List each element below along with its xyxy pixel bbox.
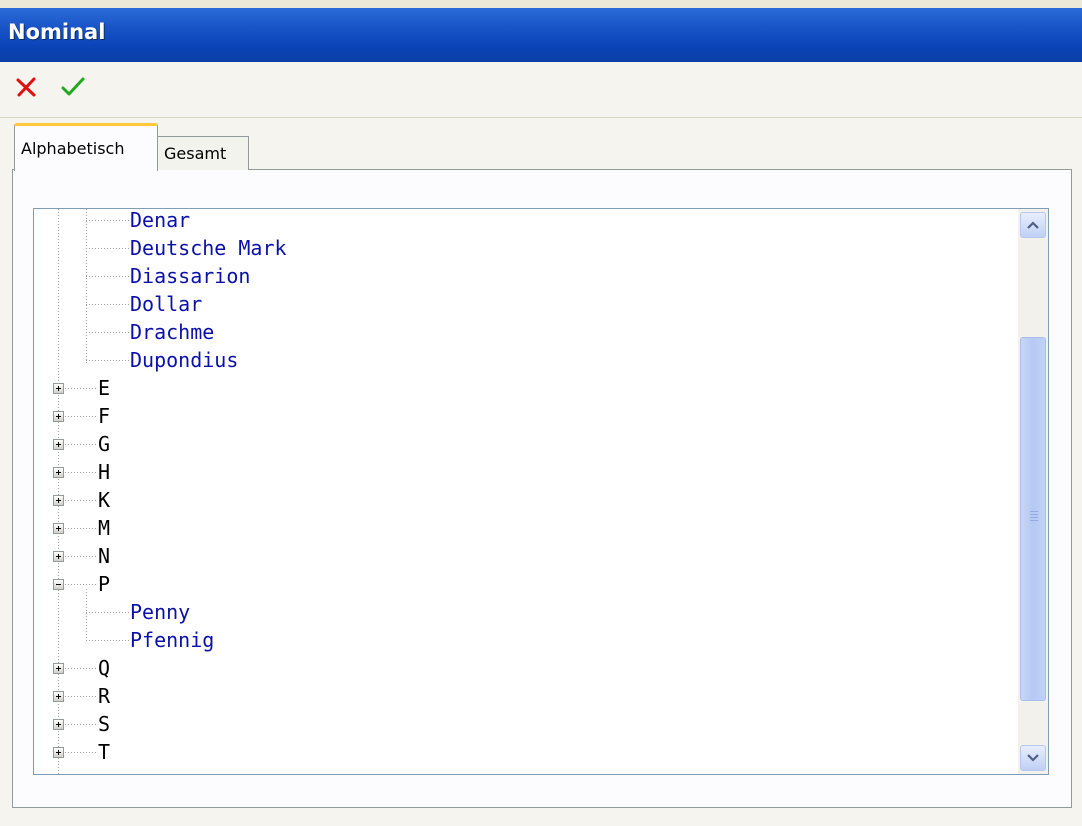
window-title: Nominal [8, 20, 106, 44]
tree-node[interactable]: Deutsche Mark [130, 234, 287, 262]
expand-plus-icon[interactable] [53, 467, 64, 478]
nominal-tree[interactable]: Denar Deutsche Mark Diassarion Dollar Dr… [33, 208, 1049, 775]
title-bar: Nominal [0, 8, 1082, 62]
tree-node[interactable]: F [98, 402, 110, 430]
expand-plus-icon[interactable] [53, 551, 64, 562]
tree-node[interactable]: Dollar [130, 290, 202, 318]
tree-node[interactable]: K [98, 486, 110, 514]
tree-node[interactable]: Pfennig [130, 626, 214, 654]
thumb-grip [1030, 514, 1038, 515]
scroll-down-button[interactable] [1020, 745, 1046, 771]
vertical-scrollbar[interactable] [1018, 209, 1048, 774]
toolbar [0, 62, 1082, 118]
tree-node[interactable]: N [98, 542, 110, 570]
tree-node[interactable]: E [98, 374, 110, 402]
ok-button[interactable] [56, 70, 90, 104]
tab-page: Denar Deutsche Mark Diassarion Dollar Dr… [12, 169, 1072, 808]
tab-gesamt[interactable]: Gesamt [157, 136, 249, 170]
scroll-up-button[interactable] [1020, 212, 1046, 238]
tree-node[interactable]: P [98, 570, 110, 598]
tree-node[interactable]: Drachme [130, 318, 214, 346]
tree-node[interactable]: Denar [130, 209, 190, 234]
tree-node[interactable]: M [98, 514, 110, 542]
main-area: Alphabetisch Gesamt Denar Deutsche Mark … [0, 118, 1082, 826]
tree-node[interactable]: Penny [130, 598, 190, 626]
tree-node[interactable]: G [98, 430, 110, 458]
tree-content: Denar Deutsche Mark Diassarion Dollar Dr… [34, 209, 1018, 774]
tree-node[interactable]: H [98, 458, 110, 486]
tree-node[interactable]: S [98, 710, 110, 738]
chevron-up-icon [1027, 221, 1039, 229]
tree-node[interactable]: Diassarion [130, 262, 250, 290]
tree-node[interactable]: Q [98, 654, 110, 682]
expand-plus-icon[interactable] [53, 691, 64, 702]
scroll-thumb[interactable] [1020, 337, 1046, 701]
expand-plus-icon[interactable] [53, 719, 64, 730]
chevron-down-icon [1027, 754, 1039, 762]
tab-alphabetisch[interactable]: Alphabetisch [14, 123, 158, 171]
thumb-grip [1030, 520, 1038, 521]
cancel-button[interactable] [9, 70, 43, 104]
expand-plus-icon[interactable] [53, 439, 64, 450]
green-check-icon [61, 77, 85, 96]
tree-node[interactable]: T [98, 738, 110, 766]
expand-plus-icon[interactable] [53, 747, 64, 758]
expand-plus-icon[interactable] [53, 495, 64, 506]
expand-plus-icon[interactable] [53, 663, 64, 674]
red-x-icon [16, 77, 36, 97]
tree-node[interactable]: R [98, 682, 110, 710]
thumb-grip [1030, 517, 1038, 518]
thumb-grip [1030, 511, 1038, 512]
tree-node[interactable]: Dupondius [130, 346, 238, 374]
expand-plus-icon[interactable] [53, 383, 64, 394]
collapse-minus-icon[interactable] [53, 579, 64, 590]
expand-plus-icon[interactable] [53, 411, 64, 422]
expand-plus-icon[interactable] [53, 523, 64, 534]
